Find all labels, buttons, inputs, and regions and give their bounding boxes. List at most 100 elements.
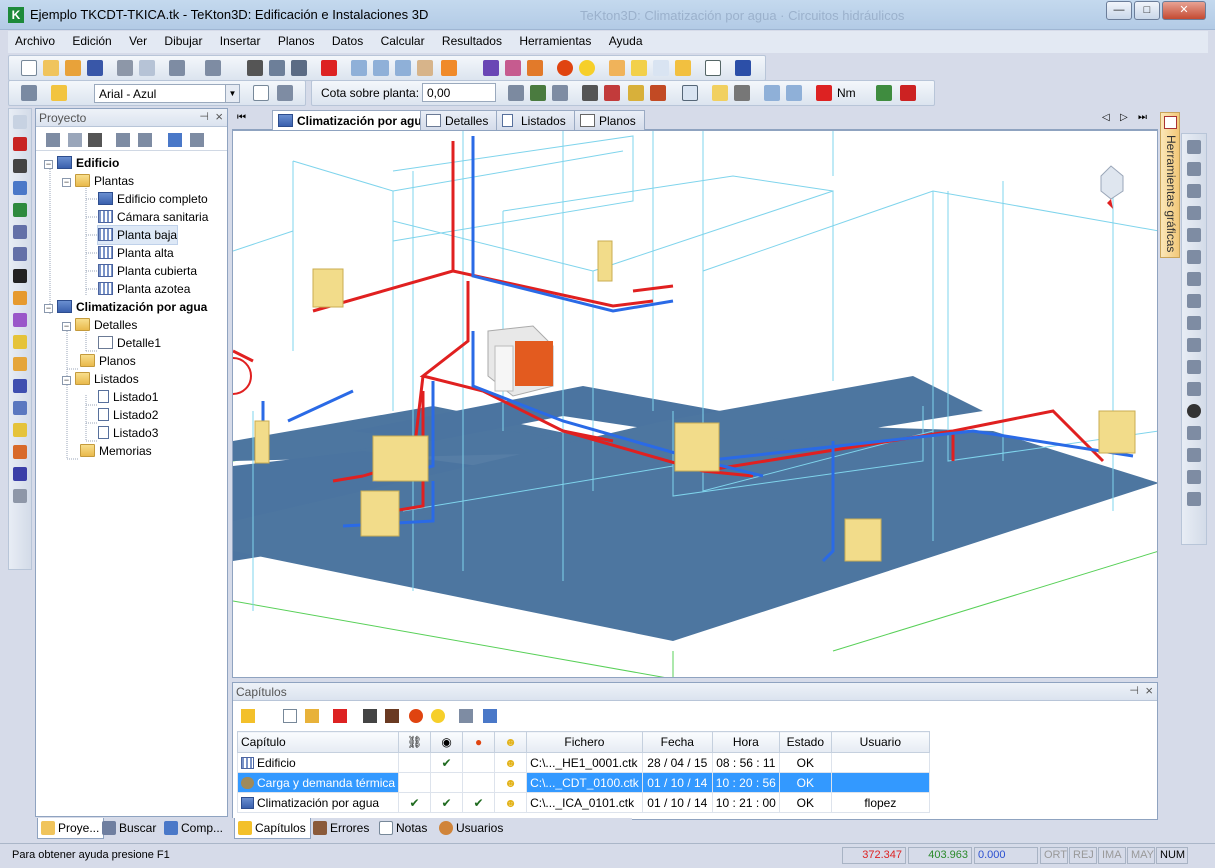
- sigma-icon[interactable]: [321, 60, 337, 76]
- hatch-icon[interactable]: [734, 85, 750, 101]
- tab-proyecto[interactable]: Proye...: [37, 818, 105, 839]
- menu-datos[interactable]: Datos: [325, 31, 370, 51]
- indicator-rej[interactable]: REJ: [1069, 847, 1097, 864]
- refresh-icon[interactable]: [116, 133, 130, 147]
- new-item-icon[interactable]: [68, 133, 82, 147]
- tools-chapter-icon[interactable]: [459, 709, 473, 723]
- tree-node-listado1[interactable]: Listado1: [98, 388, 158, 406]
- trim-icon[interactable]: [1187, 316, 1201, 330]
- point-icon[interactable]: [1187, 404, 1201, 418]
- radiator-1[interactable]: [312, 268, 344, 308]
- tree-node-camara-sanitaria[interactable]: Cámara sanitaria: [98, 208, 208, 226]
- col-fecha[interactable]: Fecha: [641, 731, 713, 753]
- line-icon[interactable]: [1187, 360, 1201, 374]
- tab-capitulos[interactable]: Capítulos: [234, 818, 311, 839]
- close-icon[interactable]: ×: [1145, 683, 1153, 698]
- cylinder-tool-icon[interactable]: [13, 181, 27, 195]
- dimension-icon[interactable]: [682, 85, 698, 101]
- indicator-ima[interactable]: IMA: [1098, 847, 1126, 864]
- close-button[interactable]: ✕: [1162, 1, 1206, 20]
- grid-view-icon[interactable]: [46, 133, 60, 147]
- edit-icon[interactable]: [269, 60, 285, 76]
- grid-snap-icon[interactable]: [650, 85, 666, 101]
- first-tab-icon[interactable]: ⏮: [237, 112, 246, 123]
- menu-planos[interactable]: Planos: [271, 31, 322, 51]
- valve-tool-icon[interactable]: [13, 335, 27, 349]
- zoom-window-icon[interactable]: [441, 60, 457, 76]
- menu-insertar[interactable]: Insertar: [213, 31, 268, 51]
- nm-dropdown[interactable]: Nm: [837, 86, 856, 100]
- view-3d-icon[interactable]: [609, 60, 625, 76]
- col-hora[interactable]: Hora: [711, 731, 780, 753]
- indicator-num[interactable]: NUM: [1156, 847, 1188, 864]
- tree-node-plantas[interactable]: − Plantas: [62, 172, 134, 190]
- delete-chapter-icon[interactable]: [333, 709, 347, 723]
- indicator-ort[interactable]: ORT: [1040, 847, 1068, 864]
- zoom-icon[interactable]: [351, 60, 367, 76]
- print-preview-icon[interactable]: [139, 60, 155, 76]
- pin-icon[interactable]: ⊣: [1129, 684, 1139, 697]
- tree-node-planos[interactable]: Planos: [80, 352, 136, 370]
- light-icon[interactable]: [579, 60, 595, 76]
- view-front-icon[interactable]: [675, 60, 691, 76]
- collapse-icon[interactable]: −: [62, 178, 71, 187]
- lock-icon[interactable]: [530, 85, 546, 101]
- view-iso-icon[interactable]: [653, 60, 669, 76]
- col-render[interactable]: ●: [462, 731, 496, 753]
- window-tool-icon[interactable]: [13, 225, 27, 239]
- txt-icon[interactable]: [705, 60, 721, 76]
- radiator-8[interactable]: [844, 518, 882, 562]
- next-tab-icon[interactable]: ▷: [1120, 112, 1128, 123]
- door-tool-icon[interactable]: [13, 203, 27, 217]
- minimize-button[interactable]: —: [1106, 1, 1132, 20]
- collapse-icon[interactable]: −: [44, 160, 53, 169]
- tree-node-planta-azotea[interactable]: Planta azotea: [98, 280, 190, 298]
- tab-componentes[interactable]: Comp...: [161, 818, 227, 839]
- star-icon[interactable]: [241, 709, 255, 723]
- tab-detalles[interactable]: Detalles: [420, 110, 498, 130]
- render-chapter-icon[interactable]: [409, 709, 423, 723]
- cancel-icon[interactable]: [900, 85, 916, 101]
- collapse-icon[interactable]: −: [62, 376, 71, 385]
- 3d-scene[interactable]: [233, 131, 1158, 678]
- measure-icon[interactable]: [505, 60, 521, 76]
- delete-icon[interactable]: [247, 60, 263, 76]
- tree-node-detalle1[interactable]: Detalle1: [98, 334, 161, 352]
- pick-icon[interactable]: [1187, 492, 1201, 506]
- item-properties-icon[interactable]: [190, 133, 204, 147]
- text-icon[interactable]: [1187, 470, 1201, 484]
- snap-icon[interactable]: [582, 85, 598, 101]
- col-capitulo[interactable]: Capítulo: [236, 731, 400, 753]
- tree-node-listado2[interactable]: Listado2: [98, 406, 158, 424]
- pan-hand-icon[interactable]: [417, 60, 433, 76]
- calculator-icon[interactable]: [508, 85, 524, 101]
- col-usuario[interactable]: Usuario: [830, 731, 930, 753]
- column-tool-icon[interactable]: [13, 137, 27, 151]
- check-icon[interactable]: [876, 85, 892, 101]
- wall-tool-icon[interactable]: [13, 115, 27, 129]
- col-link[interactable]: ⛓: [398, 731, 432, 753]
- open-chapter-icon[interactable]: [305, 709, 319, 723]
- face-icon[interactable]: [431, 709, 445, 723]
- tree-node-memorias[interactable]: Memorias: [80, 442, 152, 460]
- link-chapter-icon[interactable]: [363, 709, 377, 723]
- menu-calcular[interactable]: Calcular: [374, 31, 432, 51]
- table-row[interactable]: Carga y demanda térmica ☻ C:\..._CDT_010…: [236, 772, 930, 793]
- new-chapter-icon[interactable]: [283, 709, 297, 723]
- menu-archivo[interactable]: Archivo: [8, 31, 62, 51]
- prev-tab-icon[interactable]: ◁: [1102, 112, 1110, 123]
- tree-node-climatizacion[interactable]: − Climatización por agua: [44, 298, 207, 316]
- col-fichero[interactable]: Fichero: [526, 731, 643, 753]
- level-icon[interactable]: [552, 85, 568, 101]
- export-tool-icon[interactable]: [13, 489, 27, 503]
- tree-node-listado3[interactable]: Listado3: [98, 424, 158, 442]
- print-icon[interactable]: [117, 60, 133, 76]
- font-select[interactable]: Arial - Azul ▼: [94, 84, 240, 103]
- block-tool-icon[interactable]: [13, 159, 27, 173]
- menu-ver[interactable]: Ver: [122, 31, 154, 51]
- graphic-tools-tab[interactable]: Herramientas gráficas: [1160, 112, 1180, 258]
- tab-usuarios[interactable]: Usuarios: [436, 818, 507, 839]
- col-face[interactable]: ☻: [494, 731, 528, 753]
- collapse-icon[interactable]: −: [44, 304, 53, 313]
- link-icon[interactable]: [168, 133, 182, 147]
